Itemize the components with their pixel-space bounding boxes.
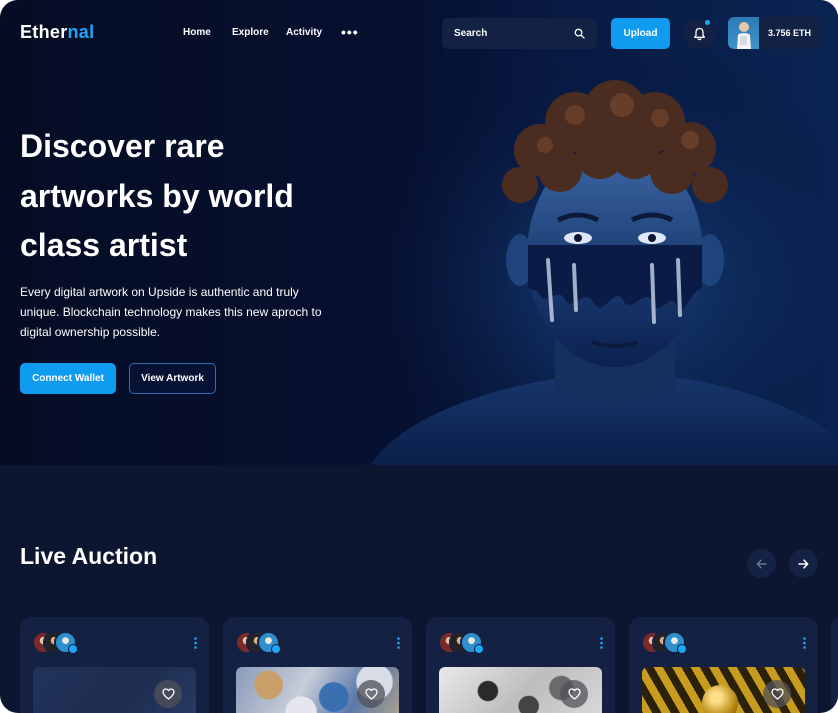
view-artwork-button[interactable]: View Artwork	[129, 363, 216, 394]
verified-badge-icon	[271, 644, 281, 654]
brand-logo[interactable]: Ethernal	[20, 22, 94, 43]
artwork-image[interactable]	[236, 667, 399, 713]
verified-badge-icon	[677, 644, 687, 654]
artwork-image[interactable]	[33, 667, 196, 713]
verified-badge-icon	[474, 644, 484, 654]
hero-subtitle-line: digital ownership possible.	[20, 325, 161, 339]
more-vertical-icon[interactable]	[397, 637, 400, 649]
card-creators	[641, 631, 691, 655]
hero-title: Discover rare artworks by world class ar…	[20, 122, 360, 271]
search-icon[interactable]	[574, 28, 585, 39]
auction-card[interactable]	[20, 617, 209, 713]
hero-subtitle-line: Every digital artwork on Upside is authe…	[20, 285, 299, 299]
wallet-balance-chip[interactable]: 3.756 ETH	[728, 17, 819, 49]
wallet-balance: 3.756 ETH	[768, 28, 812, 38]
card-creators	[438, 631, 488, 655]
auction-card[interactable]	[426, 617, 615, 713]
notification-indicator	[705, 20, 710, 25]
carousel-next-button[interactable]	[789, 549, 818, 578]
app-frame: Ethernal Home Explore Activity ••• Uploa…	[0, 0, 838, 713]
bell-icon	[693, 27, 706, 40]
user-avatar[interactable]	[728, 17, 759, 49]
nav-activity-link[interactable]: Activity	[286, 27, 322, 38]
nav-home-link[interactable]: Home	[183, 27, 211, 38]
more-vertical-icon[interactable]	[803, 637, 806, 649]
hero-title-line: Discover rare	[20, 128, 225, 164]
more-vertical-icon[interactable]	[194, 637, 197, 649]
card-creators	[32, 631, 82, 655]
favorite-button[interactable]	[357, 680, 385, 708]
favorite-button[interactable]	[560, 680, 588, 708]
heart-icon	[364, 688, 378, 700]
notification-button[interactable]	[684, 18, 715, 49]
live-auction-title: Live Auction	[20, 543, 158, 569]
hero-subtitle: Every digital artwork on Upside is authe…	[20, 282, 350, 342]
heart-icon	[567, 688, 581, 700]
favorite-button[interactable]	[154, 680, 182, 708]
heart-icon	[161, 688, 175, 700]
hero-title-line: class artist	[20, 227, 188, 263]
arrow-left-icon	[756, 559, 767, 568]
hero-subtitle-line: unique. Blockchain technology makes this…	[20, 305, 322, 319]
upload-button[interactable]: Upload	[611, 18, 670, 49]
favorite-button[interactable]	[763, 680, 791, 708]
auction-card[interactable]	[223, 617, 412, 713]
search-box	[442, 18, 597, 49]
top-navbar: Ethernal Home Explore Activity ••• Uploa…	[0, 0, 838, 66]
more-horizontal-icon[interactable]: •••	[341, 24, 359, 40]
brand-name-part1: Ether	[20, 22, 68, 42]
auction-card-peek	[831, 617, 838, 713]
more-vertical-icon[interactable]	[600, 637, 603, 649]
hero-portrait-image	[360, 60, 838, 465]
hero-section: Ethernal Home Explore Activity ••• Uploa…	[0, 0, 838, 465]
search-input[interactable]	[454, 26, 564, 41]
arrow-right-icon	[798, 558, 809, 569]
auction-card[interactable]	[629, 617, 818, 713]
brand-name-part2: nal	[67, 22, 95, 42]
verified-badge-icon	[68, 644, 78, 654]
carousel-prev-button[interactable]	[747, 549, 776, 578]
connect-wallet-button[interactable]: Connect Wallet	[20, 363, 116, 394]
heart-icon	[770, 688, 784, 700]
artwork-image[interactable]	[642, 667, 805, 713]
hero-title-line: artworks by world	[20, 177, 294, 214]
card-creators	[235, 631, 285, 655]
artwork-image[interactable]	[439, 667, 602, 713]
nav-explore-link[interactable]: Explore	[232, 27, 269, 38]
